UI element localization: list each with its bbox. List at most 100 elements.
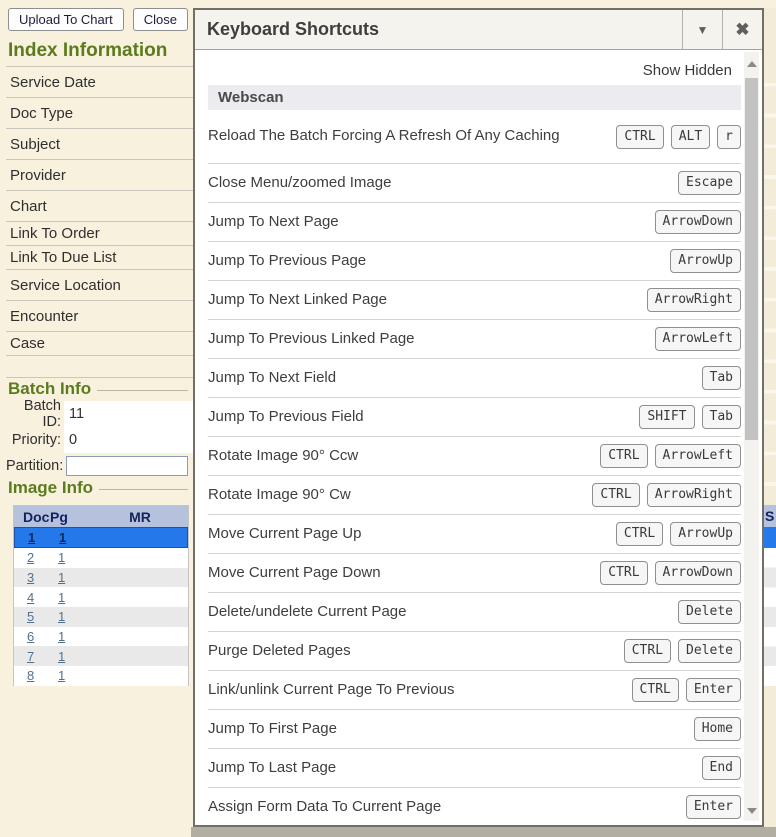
image-table-row[interactable]: 2 1 (14, 548, 188, 568)
pg-link[interactable]: 1 (58, 590, 65, 605)
index-field-row[interactable]: Chart (6, 191, 193, 222)
image-info-heading: Image Info (8, 478, 188, 498)
index-field-row[interactable]: Case (6, 332, 193, 356)
image-table-row[interactable]: 3 1 (14, 568, 188, 588)
index-field-row[interactable]: Encounter (6, 301, 193, 332)
image-table-row[interactable]: 6 1 (14, 627, 188, 647)
shortcut-row: Rotate Image 90° Cw CTRLArrowRight (208, 476, 741, 515)
doc-link[interactable]: 5 (27, 609, 34, 624)
shortcut-row: Assign Form Data To Current Page Enter (208, 788, 741, 823)
index-field-row[interactable]: Service Location (6, 270, 193, 301)
key-badge: Enter (686, 678, 741, 702)
key-badge: CTRL (616, 125, 663, 149)
scrollbar-up-arrow[interactable] (744, 56, 759, 72)
shortcut-row: Jump To Previous Field SHIFTTab (208, 398, 741, 437)
shortcut-row: Jump To Next Page ArrowDown (208, 203, 741, 242)
underlying-page-right-sliver: S (764, 8, 776, 837)
shortcut-keys: Home (694, 717, 741, 741)
key-badge: ArrowLeft (655, 444, 741, 468)
dialog-collapse-button[interactable]: ▼ (682, 10, 722, 49)
batch-id-row: Batch ID: 11 (6, 401, 193, 427)
key-badge: Home (694, 717, 741, 741)
doc-link[interactable]: 1 (28, 530, 35, 545)
key-badge: CTRL (600, 444, 647, 468)
index-field-row[interactable]: Service Date (6, 67, 193, 98)
shortcut-label: Jump To Previous Field (208, 407, 639, 427)
batch-info-title: Batch Info (8, 379, 91, 399)
shortcut-keys: ArrowLeft (655, 327, 741, 351)
index-field-row[interactable]: Link To Due List (6, 246, 193, 270)
shortcut-label: Rotate Image 90° Cw (208, 485, 592, 505)
image-table-row[interactable]: 4 1 (14, 587, 188, 607)
shortcut-row: Move Current Page Down CTRLArrowDown (208, 554, 741, 593)
shortcut-row: Link/unlink Current Page To Previous CTR… (208, 671, 741, 710)
key-badge: ArrowUp (670, 522, 741, 546)
shortcut-label: Jump To First Page (208, 719, 694, 739)
shortcut-label: Jump To Previous Page (208, 251, 670, 271)
triangle-up-icon (747, 61, 757, 67)
pg-link[interactable]: 1 (58, 609, 65, 624)
key-badge: CTRL (592, 483, 639, 507)
index-field-row[interactable]: Provider (6, 160, 193, 191)
show-hidden-link[interactable]: Show Hidden (195, 62, 732, 79)
image-table-row[interactable]: 7 1 (14, 646, 188, 666)
pg-link[interactable]: 1 (58, 570, 65, 585)
shortcut-row: Jump To Next Linked Page ArrowRight (208, 281, 741, 320)
pg-link[interactable]: 1 (59, 530, 66, 545)
dialog-close-button[interactable]: ✖ (722, 10, 762, 49)
image-info-table: Doc Pg MR 1 1 2 1 3 1 4 1 5 1 6 1 7 1 8 (13, 505, 189, 686)
doc-link[interactable]: 7 (27, 649, 34, 664)
index-field-row[interactable]: Link To Order (6, 222, 193, 246)
doc-link[interactable]: 8 (27, 668, 34, 683)
shortcut-label: Jump To Previous Linked Page (208, 329, 655, 349)
toolbar: Upload To Chart Close ? (8, 8, 214, 31)
pg-link[interactable]: 1 (58, 668, 65, 683)
image-table-row[interactable]: 5 1 (14, 607, 188, 627)
shortcut-row: Jump To First Page Home (208, 710, 741, 749)
scrollbar-thumb[interactable] (745, 78, 758, 440)
doc-link[interactable]: 3 (27, 570, 34, 585)
pg-link[interactable]: 1 (58, 649, 65, 664)
scrollbar-down-arrow[interactable] (744, 803, 759, 819)
batch-info-heading: Batch Info (8, 379, 188, 399)
shortcut-row: Rotate Image 90° Ccw CTRL ArrowLeft (208, 437, 741, 476)
shortcut-label: Rotate Image 90° Ccw (208, 446, 600, 466)
shortcut-keys: CTRL ArrowLeft (600, 444, 741, 468)
shortcut-row: Delete/undelete Current Page Delete (208, 593, 741, 632)
shortcut-label: Close Menu/zoomed Image (208, 173, 678, 193)
key-badge: Tab (702, 405, 741, 429)
image-table-row[interactable]: 8 1 (14, 666, 188, 686)
shortcut-row: Purge Deleted Pages CTRLDelete (208, 632, 741, 671)
dialog-scrollbar[interactable] (744, 52, 759, 821)
bottom-edge-strip (191, 827, 776, 837)
chevron-down-icon: ▼ (697, 23, 709, 37)
shortcut-label: Purge Deleted Pages (208, 641, 624, 661)
shortcut-label: Link/unlink Current Page To Previous (208, 680, 632, 700)
shortcut-row: Reload The Batch Forcing A Refresh Of An… (208, 110, 741, 164)
shortcut-keys: ArrowUp (670, 249, 741, 273)
index-field-row[interactable]: Subject (6, 129, 193, 160)
upload-to-chart-button[interactable]: Upload To Chart (8, 8, 124, 31)
image-table-row[interactable]: 1 1 (14, 527, 188, 548)
doc-link[interactable]: 2 (27, 550, 34, 565)
partition-input[interactable] (66, 456, 188, 476)
pg-link[interactable]: 1 (58, 550, 65, 565)
right-sliver-table-rows (764, 548, 776, 686)
pg-link[interactable]: 1 (58, 629, 65, 644)
dialog-content: Show Hidden Webscan Reload The Batch For… (195, 50, 762, 823)
shortcut-label: Move Current Page Down (208, 563, 600, 583)
shortcut-keys: CTRLArrowRight (592, 483, 741, 507)
column-header-mr: MR (92, 509, 188, 525)
shortcut-label: Reload The Batch Forcing A Refresh Of An… (208, 126, 616, 146)
doc-link[interactable]: 6 (27, 629, 34, 644)
shortcut-keys: CTRLALTr (616, 125, 741, 149)
key-badge: CTRL (632, 678, 679, 702)
shortcut-label: Jump To Next Linked Page (208, 290, 647, 310)
index-field-row[interactable]: Doc Type (6, 98, 193, 129)
doc-link[interactable]: 4 (27, 590, 34, 605)
shortcut-keys: ArrowDown (655, 210, 741, 234)
shortcut-row: Jump To Previous Linked Page ArrowLeft (208, 320, 741, 359)
close-icon: ✖ (735, 20, 749, 40)
close-button[interactable]: Close (133, 8, 188, 31)
shortcut-row: Jump To Last Page End (208, 749, 741, 788)
